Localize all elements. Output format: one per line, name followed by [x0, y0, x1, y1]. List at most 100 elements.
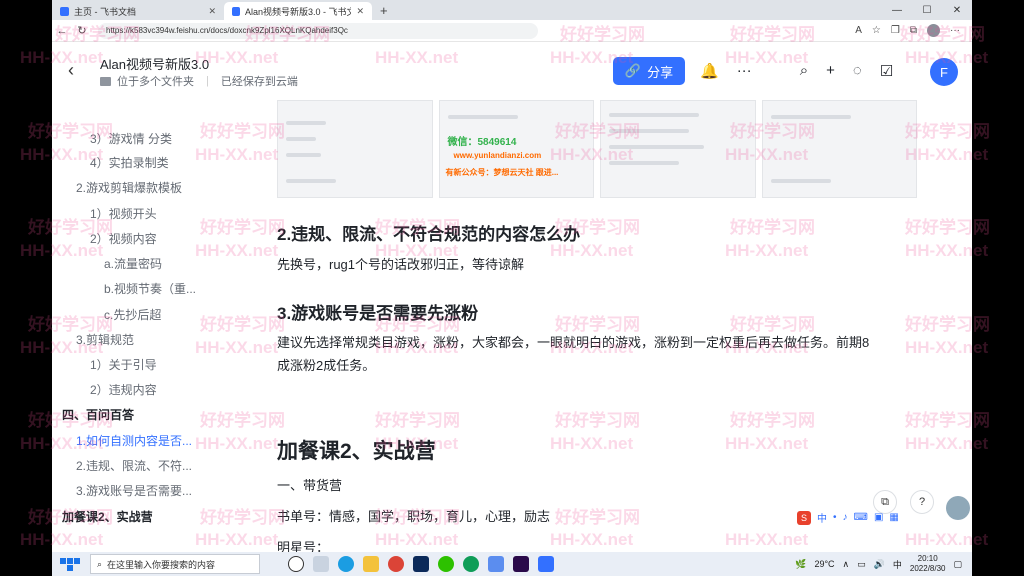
close-window-icon[interactable]: ✕ [942, 2, 972, 20]
ime-mode-icon[interactable]: 中 [817, 510, 827, 525]
task-view-icon[interactable] [288, 556, 304, 572]
bell-icon[interactable]: 🔔 [700, 62, 719, 80]
toc-item[interactable]: 3）游戏情 分类 [90, 130, 172, 147]
browser-tab-home[interactable]: 主页 - 飞书文档 ✕ [52, 2, 224, 20]
back-icon[interactable]: ‹ [68, 60, 74, 81]
new-tab-button[interactable]: + [372, 2, 396, 20]
toc-item-active[interactable]: 1.如何自测内容是否... [76, 432, 192, 449]
edge-icon[interactable] [338, 556, 354, 572]
windows-start-icon[interactable] [60, 554, 80, 574]
search-icon: ⌕ [97, 558, 103, 569]
paragraph[interactable]: 明星号： [277, 536, 877, 552]
toc-item[interactable]: 2.游戏剪辑爆款模板 [76, 179, 182, 196]
link-icon: 🔗 [624, 63, 642, 78]
minimize-icon[interactable]: — [882, 2, 912, 20]
skin-icon[interactable]: ▣ [874, 512, 883, 523]
doc-meta: 位于多个文件夹 | 已经保存到云端 [100, 73, 298, 89]
read-aloud-icon[interactable]: A [855, 25, 862, 36]
paragraph[interactable]: 书单号：情感，国学，职场，育儿，心理，励志 [277, 505, 877, 528]
share-button[interactable]: 🔗 分享 [613, 57, 685, 85]
toc-item[interactable]: 1）视频开头 [90, 205, 157, 222]
feishu-icon [232, 6, 241, 16]
widgets-icon[interactable] [313, 556, 329, 572]
doc-title[interactable]: Alan视频号新版3.0 [100, 54, 209, 73]
clock[interactable]: 20:10 2022/8/30 [910, 554, 946, 574]
toolbox-icon[interactable]: ▦ [889, 512, 898, 523]
address-bar[interactable]: https://k583vc394w.feishu.cn/docs/doxcnk… [98, 22, 538, 39]
divider: | [206, 75, 209, 87]
maximize-icon[interactable]: ☐ [912, 2, 942, 20]
close-icon[interactable]: ✕ [208, 6, 216, 17]
profile-icon[interactable] [927, 24, 940, 37]
punct-icon[interactable]: • [833, 512, 837, 523]
folder-icon [100, 76, 111, 86]
browser-tab-bar: 主页 - 飞书文档 ✕ Alan视频号新版3.0 - 飞书文档 ✕ + — ☐ … [52, 0, 972, 20]
toc-item[interactable]: c.先抄后超 [104, 306, 161, 323]
paragraph[interactable]: 先换号，rug1个号的话改邪归正，等待谅解 [277, 253, 877, 276]
paragraph[interactable]: 建议先选择常规类目游戏，涨粉，大家都会，一眼就明白的游戏，涨粉到一定权重后再去做… [277, 331, 877, 377]
ime-icon[interactable]: 中 [893, 558, 902, 571]
close-icon[interactable]: ✕ [356, 6, 364, 17]
search-icon[interactable]: ⌕ [800, 62, 808, 80]
mic-icon[interactable]: ♪ [843, 512, 848, 523]
weather-icon[interactable]: 🌿 [795, 559, 806, 570]
toc-item[interactable]: 1）关于引导 [90, 356, 157, 373]
doc-location[interactable]: 位于多个文件夹 [117, 73, 194, 89]
add-icon[interactable]: + [826, 62, 835, 80]
wechat-icon[interactable] [438, 556, 454, 572]
toc-item[interactable]: 2.违规、限流、不符... [76, 457, 192, 474]
browser-window: 主页 - 飞书文档 ✕ Alan视频号新版3.0 - 飞书文档 ✕ + — ☐ … [52, 0, 972, 576]
toc-item[interactable]: 加餐课2、实战营 [62, 508, 153, 525]
toc-item[interactable]: 2）视频内容 [90, 230, 157, 247]
doc-content: 微信：5849614 www.yunlandianzi.com 有新公众号：梦想… [217, 100, 972, 552]
screenshot-image[interactable] [761, 100, 917, 198]
app-icon[interactable] [488, 556, 504, 572]
toc-item[interactable]: 4）实拍录制类 [90, 154, 169, 171]
toc-item[interactable]: 3.游戏账号是否需要... [76, 482, 192, 499]
extensions-icon[interactable]: ⧉ [910, 25, 917, 36]
collections-icon[interactable]: ❐ [891, 25, 900, 36]
toc-item[interactable]: 四、百问百答 [62, 406, 134, 423]
lightbulb-icon[interactable]: ◌ [853, 62, 862, 80]
embedded-screenshots: 微信：5849614 www.yunlandianzi.com 有新公众号：梦想… [277, 100, 917, 198]
screenshot-image[interactable] [600, 100, 756, 198]
favorite-icon[interactable]: ☆ [872, 25, 881, 36]
chrome-icon[interactable] [388, 556, 404, 572]
clock-time: 20:10 [917, 554, 938, 563]
screenshot-image[interactable]: 微信：5849614 www.yunlandianzi.com 有新公众号：梦想… [438, 100, 594, 198]
weather-temp[interactable]: 29°C [814, 559, 834, 569]
avatar[interactable]: F [930, 58, 958, 86]
taskbar-apps [288, 556, 554, 572]
toc-item[interactable]: a.流量密码 [104, 255, 162, 272]
network-icon[interactable]: ▭ [857, 559, 866, 570]
photoshop-icon[interactable] [413, 556, 429, 572]
taskbar-search[interactable]: ⌕ 在这里输入你要搜索的内容 [90, 554, 260, 574]
help-icon[interactable]: ? [910, 490, 934, 514]
doc-header: ‹ Alan视频号新版3.0 位于多个文件夹 | 已经保存到云端 🔗 分享 🔔 … [52, 42, 972, 100]
chevron-up-icon[interactable]: ∧ [843, 559, 850, 570]
checklist-icon[interactable]: ☑ [880, 62, 893, 80]
sogou-ime-icon[interactable]: S [797, 510, 811, 525]
notification-icon[interactable]: ▢ [953, 559, 962, 570]
file-explorer-icon[interactable] [363, 556, 379, 572]
reload-icon[interactable]: ↻ [72, 24, 92, 37]
keyboard-icon[interactable]: ⌨ [854, 512, 868, 523]
assistant-icon[interactable] [946, 496, 970, 520]
volume-icon[interactable]: 🔊 [874, 559, 885, 570]
toc-item[interactable]: 2）违规内容 [90, 381, 157, 398]
address-bar-row: ← ↻ https://k583vc394w.feishu.cn/docs/do… [52, 20, 972, 42]
back-nav-icon[interactable]: ← [52, 25, 72, 37]
more-icon[interactable]: ··· [737, 62, 752, 80]
paragraph[interactable]: 一、带货营 [277, 474, 877, 497]
toc-item[interactable]: b.视频节奏（重... [104, 280, 196, 297]
heading-violation: 2.违规、限流、不符合规范的内容怎么办 [277, 225, 581, 244]
more-icon[interactable]: ··· [950, 25, 960, 36]
toc-item[interactable]: 3.剪辑规范 [76, 331, 134, 348]
gzh-watermark: 有新公众号：梦想云天社 跟进... [445, 168, 559, 177]
browser-tab-doc[interactable]: Alan视频号新版3.0 - 飞书文档 ✕ [224, 2, 372, 20]
premiere-icon[interactable] [513, 556, 529, 572]
screenshot-image[interactable] [277, 100, 433, 198]
chrome-icon[interactable] [463, 556, 479, 572]
toc-sidebar: 3）游戏情 分类 4）实拍录制类 2.游戏剪辑爆款模板 1）视频开头 2）视频内… [52, 100, 217, 552]
feishu-icon[interactable] [538, 556, 554, 572]
